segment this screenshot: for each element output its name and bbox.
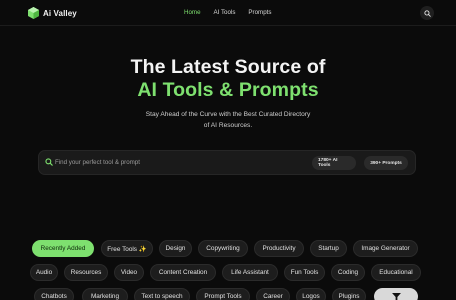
- chip-startup[interactable]: Startup: [310, 240, 347, 257]
- chip-marketing[interactable]: Marketing: [82, 288, 128, 300]
- nav-ai-tools[interactable]: AI Tools: [214, 9, 236, 16]
- search-icon: [45, 158, 53, 166]
- chip-plugins[interactable]: Plugins: [332, 288, 366, 300]
- header-search-button[interactable]: [420, 6, 434, 20]
- hero-title-line1: The Latest Source of: [130, 56, 326, 78]
- chip-educational[interactable]: Educational: [371, 264, 421, 281]
- chip-career[interactable]: Career: [256, 288, 290, 300]
- tools-count-badge[interactable]: 1780+ AI Tools: [312, 156, 356, 170]
- main-nav: Home AI Tools Prompts: [184, 9, 271, 16]
- chip-audio[interactable]: Audio: [30, 264, 58, 281]
- chip-life-assistant[interactable]: Life Assistant: [222, 264, 278, 281]
- search-icon: [423, 9, 431, 17]
- chip-productivity[interactable]: Productivity: [254, 240, 304, 257]
- top-navbar: Ai Valley Home AI Tools Prompts: [0, 0, 456, 26]
- chip-free-tools[interactable]: Free Tools ✨: [101, 240, 153, 257]
- cube-logo-icon: [28, 7, 39, 19]
- chip-video[interactable]: Video: [114, 264, 144, 281]
- chip-design[interactable]: Design: [159, 240, 192, 257]
- more-categories-button[interactable]: [374, 288, 418, 300]
- filter-icon: [391, 292, 401, 300]
- prompts-count-badge[interactable]: 390+ Prompts: [364, 156, 408, 170]
- hero-subtitle-line2: of AI Resources.: [203, 122, 253, 129]
- nav-prompts[interactable]: Prompts: [248, 9, 271, 16]
- chip-coding[interactable]: Coding: [331, 264, 365, 281]
- chip-prompt-tools[interactable]: Prompt Tools: [196, 288, 250, 300]
- chip-logos[interactable]: Logos: [296, 288, 326, 300]
- search-input[interactable]: [55, 156, 255, 169]
- chip-image-generator[interactable]: Image Generator: [353, 240, 418, 257]
- hero-subtitle-line1: Stay Ahead of the Curve with the Best Cu…: [145, 111, 311, 118]
- nav-home[interactable]: Home: [184, 9, 201, 16]
- chip-content-creation[interactable]: Content Creation: [150, 264, 216, 281]
- chip-chatbots[interactable]: Chatbots: [34, 288, 74, 300]
- brand-logo[interactable]: Ai Valley: [28, 7, 77, 19]
- hero-title-line2: AI Tools & Prompts: [137, 79, 319, 101]
- chip-recently-added[interactable]: Recently Added: [32, 240, 94, 257]
- chip-copywriting[interactable]: Copywriting: [198, 240, 248, 257]
- main-search-bar: 1780+ AI Tools 390+ Prompts: [38, 150, 416, 175]
- chip-fun-tools[interactable]: Fun Tools: [284, 264, 325, 281]
- chip-resources[interactable]: Resources: [64, 264, 108, 281]
- brand-name: Ai Valley: [43, 8, 77, 18]
- chip-text-to-speech[interactable]: Text to speech: [134, 288, 190, 300]
